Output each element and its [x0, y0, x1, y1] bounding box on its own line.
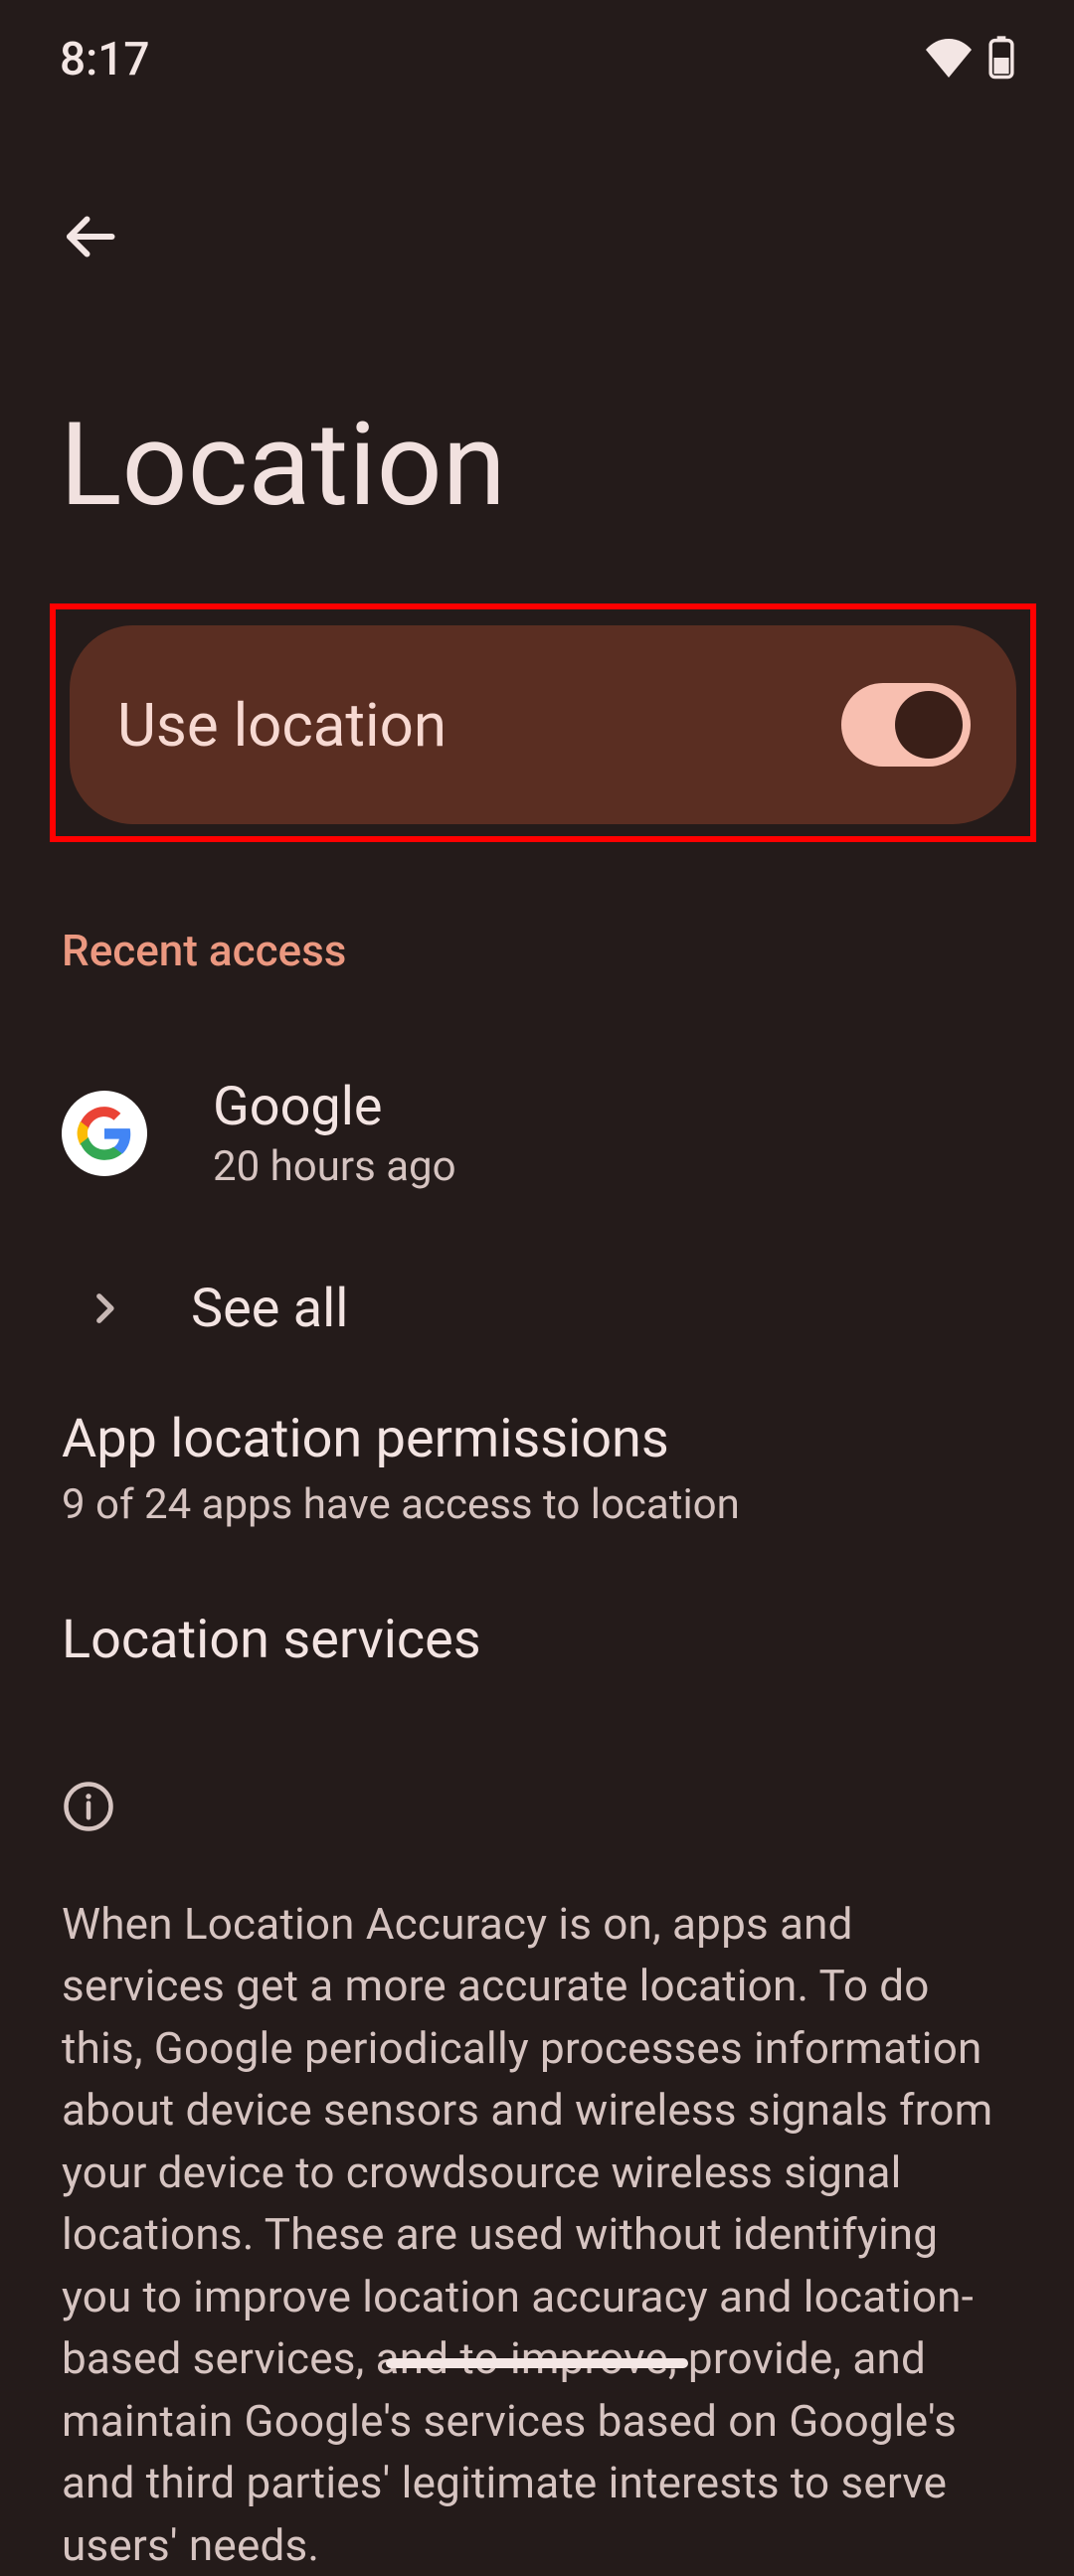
- location-info-text: When Location Accuracy is on, apps and s…: [62, 1893, 1014, 2576]
- battery-icon: [988, 36, 1014, 84]
- app-location-permissions-subtitle: 9 of 24 apps have access to location: [62, 1480, 1014, 1529]
- switch-thumb: [895, 691, 963, 759]
- chevron-right-icon: [62, 1288, 147, 1329]
- recent-access-item[interactable]: Google 20 hours ago: [62, 1054, 1014, 1213]
- recent-access-time: 20 hours ago: [213, 1142, 456, 1191]
- arrow-left-icon: [60, 207, 119, 270]
- info-icon: [62, 1780, 1014, 1837]
- app-location-permissions[interactable]: App location permissions 9 of 24 apps ha…: [62, 1408, 1014, 1529]
- app-bar: [0, 159, 1074, 318]
- see-all-label: See all: [191, 1278, 348, 1340]
- use-location-label: Use location: [117, 690, 447, 761]
- use-location-switch[interactable]: [841, 683, 971, 767]
- recent-access-header: Recent access: [62, 925, 346, 976]
- see-all-button[interactable]: See all: [62, 1249, 1014, 1368]
- page-title: Location: [60, 398, 506, 533]
- gesture-nav-handle[interactable]: [386, 2358, 688, 2368]
- back-button[interactable]: [40, 189, 139, 288]
- location-services[interactable]: Location services: [62, 1609, 1014, 1671]
- wifi-icon: [925, 38, 973, 82]
- location-services-title: Location services: [62, 1609, 1014, 1671]
- recent-access-app-name: Google: [213, 1076, 456, 1138]
- google-logo-icon: [62, 1091, 147, 1176]
- use-location-toggle-row[interactable]: Use location: [70, 625, 1016, 824]
- status-time: 8:17: [60, 33, 150, 86]
- status-icons: [925, 36, 1014, 84]
- app-location-permissions-title: App location permissions: [62, 1408, 1014, 1470]
- location-info: When Location Accuracy is on, apps and s…: [62, 1780, 1014, 2576]
- status-bar: 8:17: [0, 0, 1074, 119]
